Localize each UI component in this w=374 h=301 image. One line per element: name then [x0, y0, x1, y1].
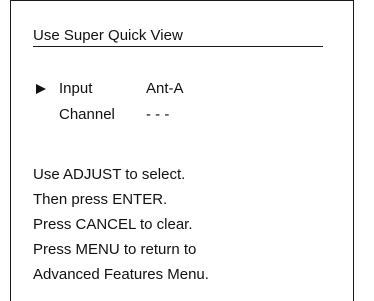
menu-item-value: - - -	[146, 106, 170, 123]
instruction-line: Use ADJUST to select.	[33, 166, 186, 183]
menu-item-value: Ant-A	[146, 80, 184, 97]
instruction-line: Press MENU to return to	[33, 241, 197, 258]
instruction-line: Advanced Features Menu.	[33, 266, 209, 283]
menu-item-label: Channel	[59, 106, 115, 123]
menu-item-channel[interactable]: Channel - - -	[33, 105, 333, 125]
selection-cursor-icon	[36, 84, 46, 94]
menu-item-label: Input	[59, 80, 93, 97]
instruction-line: Then press ENTER.	[33, 191, 168, 208]
menu-title: Use Super Quick View	[33, 27, 323, 47]
menu-screen: Use Super Quick View Input Ant-A Channel…	[10, 0, 354, 301]
instructions-text: Use ADJUST to select. Then press ENTER. …	[33, 162, 343, 287]
instruction-line: Press CANCEL to clear.	[33, 216, 193, 233]
menu-item-input[interactable]: Input Ant-A	[33, 79, 333, 99]
